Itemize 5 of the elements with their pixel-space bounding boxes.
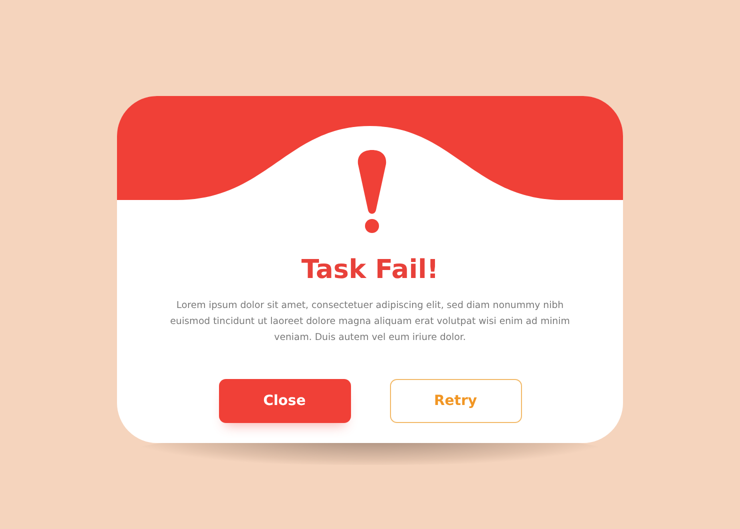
close-button[interactable]: Close [218,379,350,423]
exclamation-icon [357,150,387,234]
retry-button[interactable]: Retry [390,379,522,423]
dialog-message: Lorem ipsum dolor sit amet, consectetuer adipiscing elit, sed diam nonummy nibh euismod tincidunt ut laoreet dolore magna aliquam erat volutpat wisi enim ad minim veniam. Duis autem vel eum iriure dolor. [169,299,571,345]
dialog-title: Task Fail! [301,254,439,286]
